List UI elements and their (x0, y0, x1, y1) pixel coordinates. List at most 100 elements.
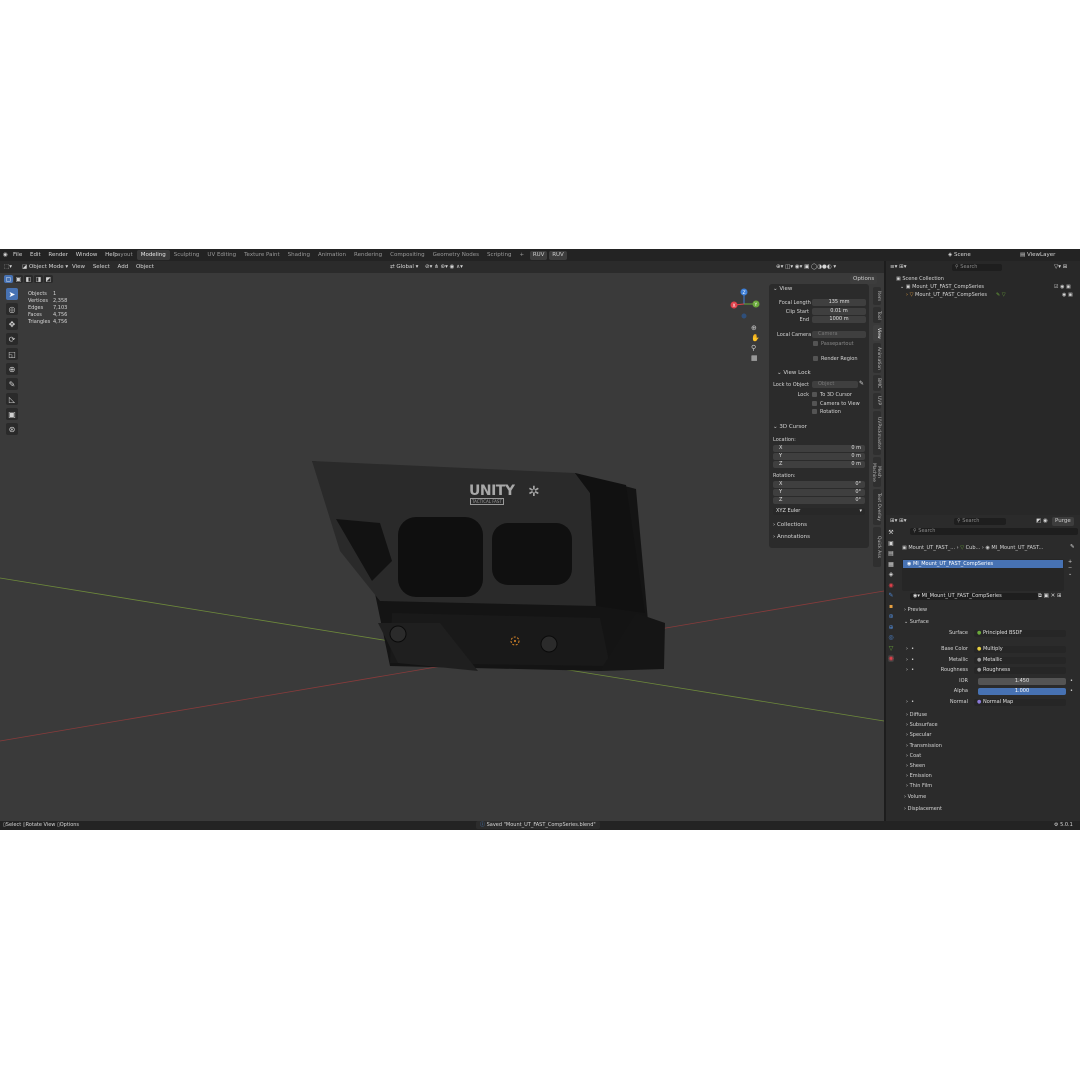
subpanel-transmission[interactable]: › Transmission (906, 741, 942, 751)
material-tab-icon[interactable]: ◉ (888, 655, 894, 662)
mesh-data-tab-icon[interactable]: ▽ (889, 645, 894, 652)
cursor-location-z[interactable]: Z0 m (773, 461, 865, 468)
roughness-expander[interactable]: › • (906, 666, 914, 674)
local-camera-field[interactable]: Camera (812, 331, 866, 338)
camera-to-view-option[interactable]: Camera to View (812, 400, 860, 408)
metallic-input[interactable]: ● Metallic (974, 657, 1066, 664)
3d-viewport[interactable]: UNITY TACTICAL FAST ✲ Objects 1 Vertices 2… (0, 261, 884, 821)
outliner-filter-icon[interactable]: ▽▾ ⊞ (1054, 263, 1067, 271)
tab-sculpting[interactable]: Sculpting (170, 250, 204, 260)
sidebar-tab-bmc[interactable]: BMC (873, 375, 881, 391)
tab-compositing[interactable]: Compositing (386, 250, 428, 260)
addon-button-ruv-2[interactable]: RUV (549, 251, 567, 260)
select-extend-icon[interactable]: ▣ (14, 275, 23, 283)
addon-button-ruv-1[interactable]: RUV (529, 251, 548, 260)
render-tab-icon[interactable]: ▣ (888, 540, 894, 547)
lock-rotation-option[interactable]: Rotation (812, 408, 841, 416)
rotate-tool-icon[interactable]: ⟳ (6, 333, 18, 345)
outliner-editor-icon[interactable]: ≡▾ ⊞▾ (890, 263, 907, 271)
volume-section[interactable]: › Volume (904, 793, 926, 801)
pan-hand-icon[interactable]: ✋ (751, 334, 760, 342)
properties-header-search[interactable]: ⚲ Search (954, 518, 1006, 525)
sidebar-tab-item[interactable]: Item (873, 287, 881, 305)
surface-shader-field[interactable]: ● Principled BSDF (974, 630, 1066, 637)
sidebar-tab-text-overlay[interactable]: Text Overlay (873, 489, 881, 525)
particles-tab-icon[interactable]: ▪ (889, 603, 893, 610)
material-datablock-icons[interactable]: ⧉ ▣ ✕ ⊞ (1038, 592, 1062, 600)
roughness-input[interactable]: ● Roughness (974, 667, 1066, 674)
add-cube-tool-icon[interactable]: ▣ (6, 408, 18, 420)
view-section-header[interactable]: ⌄ View (773, 285, 792, 293)
viewlayer-selector[interactable]: ▤ ViewLayer (1020, 251, 1055, 259)
cursor-rotation-z[interactable]: Z 0° (773, 497, 865, 504)
tab-texture-paint[interactable]: Texture Paint (240, 250, 284, 260)
clip-start-field[interactable]: 0.01 m (812, 308, 866, 315)
slot-list-buttons[interactable]: + − ⌄ (1068, 559, 1072, 577)
subpanel-specular[interactable]: › Specular (906, 730, 942, 740)
annotations-section[interactable]: › Annotations (773, 533, 810, 541)
sidebar-tab-mesh-machine[interactable]: Mesh Machine (871, 457, 881, 487)
subpanel-emission[interactable]: › Emission (906, 771, 942, 781)
tab-geometry-nodes[interactable]: Geometry Nodes (429, 250, 483, 260)
editor-type-icon[interactable]: ⬚▾ (4, 263, 12, 271)
pin-icon[interactable]: ✎ (1070, 543, 1075, 551)
eyedropper-icon[interactable]: ✎ (859, 380, 864, 388)
object-row[interactable]: › ▽ Mount_UT_FAST_CompSeries (906, 291, 987, 299)
camera-to-view-checkbox[interactable] (812, 401, 817, 406)
normal-expander[interactable]: › • (906, 698, 914, 706)
properties-search-input[interactable]: ⚲ Search (910, 528, 1078, 535)
viewport-shading-icons[interactable]: ⊕▾ ◫▾ ◉▾ ▣ ◯◑●◐ ▾ (776, 263, 836, 271)
options-dropdown[interactable]: Options (850, 275, 878, 284)
metallic-expander[interactable]: › • (906, 656, 914, 664)
tab-modeling[interactable]: Modeling (136, 250, 170, 260)
menu-select[interactable]: Select (93, 264, 110, 270)
world-tab-icon[interactable]: ◉ (888, 582, 893, 589)
normal-input[interactable]: ● Normal Map (974, 699, 1066, 706)
add-workspace-button[interactable]: + (515, 250, 528, 260)
collections-section[interactable]: › Collections (773, 521, 807, 529)
physics-tab-icon[interactable]: ⊛ (888, 613, 893, 620)
modifier-tab-icon[interactable]: ✎ (888, 592, 893, 599)
tab-rendering[interactable]: Rendering (350, 250, 386, 260)
alpha-keyframe-icon[interactable]: • (1070, 687, 1073, 695)
mode-selector[interactable]: ◪ Object Mode ▾ (22, 263, 68, 271)
properties-header-tools[interactable]: ◩ ◉ (1036, 517, 1048, 525)
select-box-icon[interactable]: ▢ (4, 275, 13, 283)
output-tab-icon[interactable]: ▤ (888, 550, 894, 557)
menu-object[interactable]: Object (136, 264, 154, 270)
select-subtract-icon[interactable]: ◧ (24, 275, 33, 283)
lock-to-object-field[interactable]: Object (812, 381, 858, 388)
menu-view[interactable]: View (72, 264, 85, 270)
subpanel-thin-film[interactable]: › Thin Film (906, 781, 942, 791)
blender-logo-icon[interactable]: ◉ (3, 251, 8, 259)
subpanel-coat[interactable]: › Coat (906, 751, 942, 761)
base-color-expander[interactable]: › • (906, 645, 914, 653)
tab-animation[interactable]: Animation (314, 250, 350, 260)
zoom-icon[interactable]: ⊕ (751, 324, 760, 332)
outliner-search-input[interactable]: ⚲ Search (952, 264, 1002, 271)
sidebar-tab-uvpackmaster[interactable]: UVPackmaster (873, 411, 881, 455)
scale-tool-icon[interactable]: ◱ (6, 348, 18, 360)
collection-row[interactable]: ⌄ ▣ Mount_UT_FAST_CompSeries (900, 283, 984, 291)
menu-window[interactable]: Window (76, 252, 98, 258)
cursor-rotation-x[interactable]: X 0° (773, 481, 865, 488)
material-slot-item[interactable]: ◉ MI_Mount_UT_FAST_CompSeries (903, 560, 1063, 568)
tool-tab-icon[interactable]: ⚒ (888, 529, 893, 536)
render-region-checkbox[interactable] (813, 356, 818, 361)
rotation-checkbox[interactable] (812, 409, 817, 414)
camera-view-icon[interactable]: ⚲ (751, 344, 760, 352)
tab-shading[interactable]: Shading (284, 250, 314, 260)
transform-orientation[interactable]: ⇄ Global ▾ (390, 263, 418, 271)
frame-camera-checkbox[interactable] (813, 341, 818, 346)
sidebar-tab-tool[interactable]: Tool (873, 307, 881, 323)
measure-tool-icon[interactable]: ◺ (6, 393, 18, 405)
annotate-tool-icon[interactable]: ✎ (6, 378, 18, 390)
menu-render[interactable]: Render (48, 252, 68, 258)
focal-length-field[interactable]: 135 mm (812, 299, 866, 306)
3d-cursor-header[interactable]: ⌄ 3D Cursor (773, 423, 807, 431)
select-tool-icon[interactable]: ➤ (6, 288, 18, 300)
modifier-icons[interactable]: ✎ ▽ (996, 291, 1006, 299)
purge-button[interactable]: Purge (1052, 517, 1074, 526)
view-lock-header[interactable]: ⌄ View Lock (777, 369, 811, 377)
lock-to-cursor-option[interactable]: To 3D Cursor (812, 391, 852, 399)
